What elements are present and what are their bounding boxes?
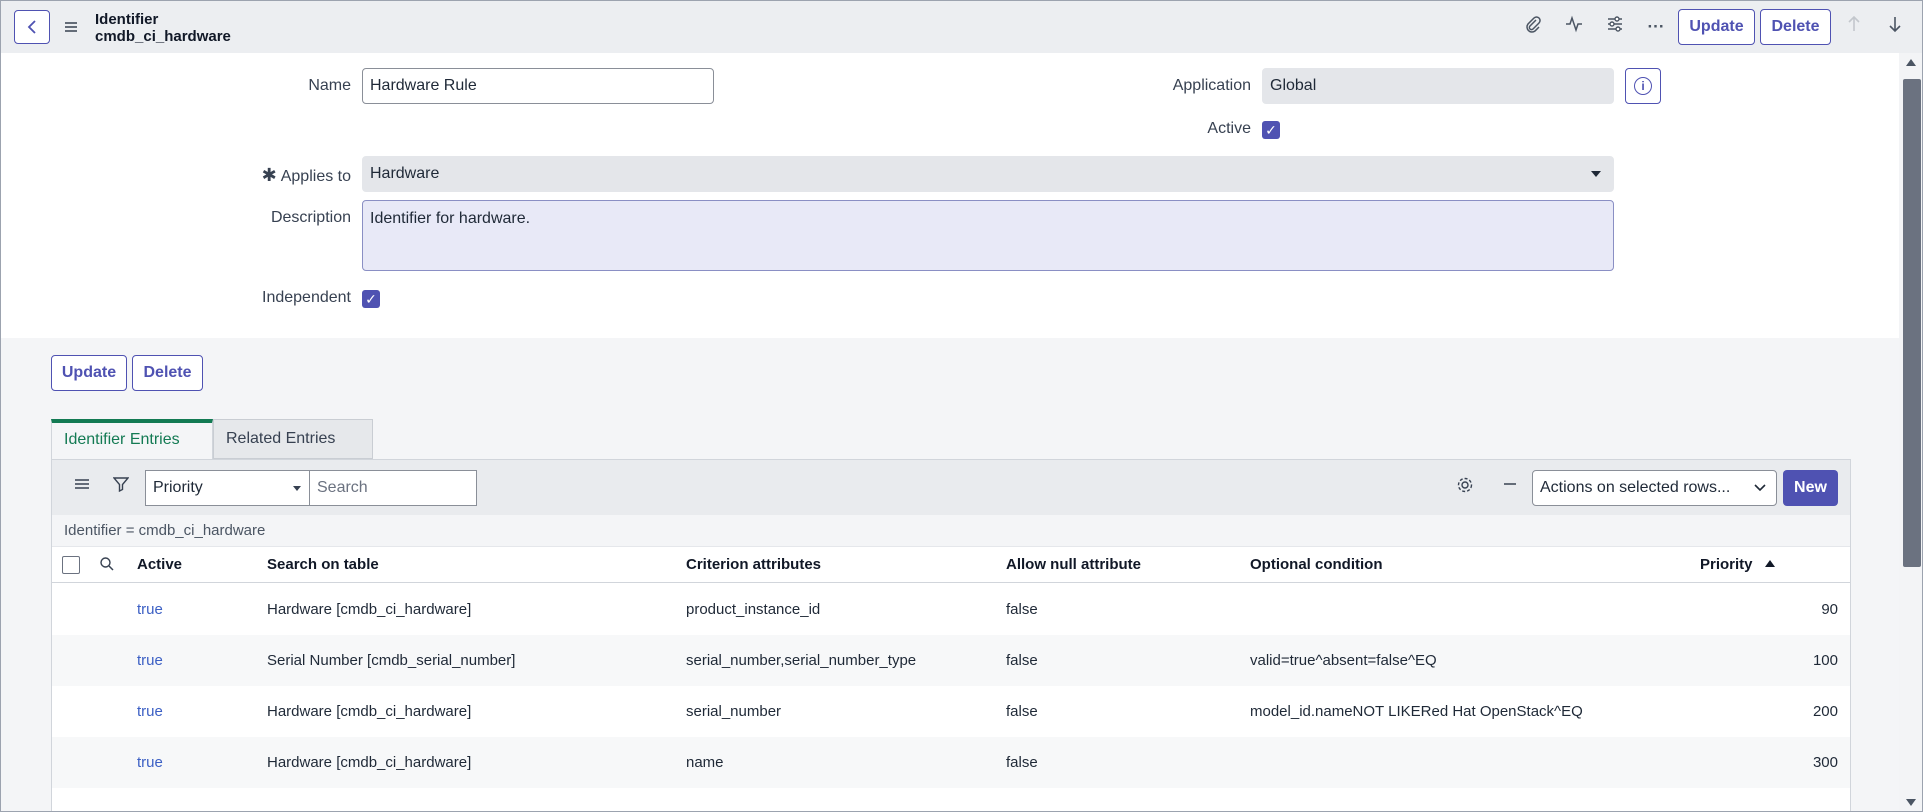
update-button[interactable]: Update xyxy=(51,355,127,391)
record-form: Name Hardware Rule Application Global i … xyxy=(1,53,1899,338)
application-info-button[interactable]: i xyxy=(1625,68,1661,104)
application-field: Global xyxy=(1262,68,1614,104)
collapse-icon[interactable] xyxy=(1499,476,1521,498)
table-row: true Hardware [cmdb_ci_hardware] product… xyxy=(52,584,1850,635)
identifier-entries-list: Priority Search Actions on selected rows… xyxy=(51,459,1851,811)
header-update-button[interactable]: Update xyxy=(1678,9,1755,45)
description-textarea[interactable]: Identifier for hardware. xyxy=(362,200,1614,271)
activity-icon[interactable] xyxy=(1562,15,1586,39)
dropdown-caret-icon xyxy=(1591,171,1601,177)
search-on-table-cell: Hardware [cmdb_ci_hardware] xyxy=(267,601,472,618)
active-cell[interactable]: true xyxy=(137,584,163,635)
scroll-up-icon[interactable] xyxy=(1906,59,1916,66)
allow-null-cell: false xyxy=(1006,601,1038,618)
search-on-table-cell: Hardware [cmdb_ci_hardware] xyxy=(267,754,472,771)
delete-button[interactable]: Delete xyxy=(132,355,203,391)
search-icon[interactable] xyxy=(99,556,115,576)
independent-label: Independent xyxy=(262,289,351,306)
column-header-search-on-table[interactable]: Search on table xyxy=(267,547,379,583)
table-header: Active Search on table Criterion attribu… xyxy=(52,547,1850,583)
search-on-table-cell: Serial Number [cmdb_serial_number] xyxy=(267,652,516,669)
scrollbar-thumb[interactable] xyxy=(1903,79,1921,567)
column-header-active[interactable]: Active xyxy=(137,547,182,583)
criterion-cell: serial_number xyxy=(686,703,782,720)
active-label: Active xyxy=(1207,120,1251,137)
table-row: true Serial Number [cmdb_serial_number] … xyxy=(52,635,1850,686)
select-all-checkbox[interactable] xyxy=(62,556,80,574)
previous-record-icon[interactable] xyxy=(1842,15,1866,39)
active-cell[interactable]: true xyxy=(137,635,163,686)
column-header-optional-condition[interactable]: Optional condition xyxy=(1250,547,1382,583)
column-header-allow-null[interactable]: Allow null attribute xyxy=(1006,547,1141,583)
tab-identifier-entries[interactable]: Identifier Entries (9) xyxy=(51,419,213,482)
condition-cell: valid=true^absent=false^EQ xyxy=(1250,652,1437,669)
new-button[interactable]: New xyxy=(1783,470,1838,506)
settings-sliders-icon[interactable] xyxy=(1603,15,1627,39)
scroll-down-icon[interactable] xyxy=(1906,799,1916,806)
active-cell[interactable]: true xyxy=(137,737,163,788)
list-toolbar: Priority Search Actions on selected rows… xyxy=(52,460,1850,515)
table-row: true Hardware [cmdb_ci_hardware] name fa… xyxy=(52,737,1850,788)
context-menu-icon[interactable] xyxy=(63,15,83,39)
gear-icon[interactable] xyxy=(1454,476,1476,498)
header-delete-button[interactable]: Delete xyxy=(1760,9,1831,45)
independent-checkbox[interactable]: ✓ xyxy=(362,290,380,308)
column-header-criterion-attributes[interactable]: Criterion attributes xyxy=(686,547,821,583)
attachment-icon[interactable] xyxy=(1521,15,1545,39)
criterion-cell: product_instance_id xyxy=(686,601,821,618)
record-type: Identifier xyxy=(95,11,159,28)
table-row: true Hardware [cmdb_ci_hardware] serial_… xyxy=(52,686,1850,737)
list-search-input[interactable]: Search xyxy=(309,470,477,506)
search-field-select[interactable]: Priority xyxy=(145,470,310,506)
page-title: Identifier cmdb_ci_hardware xyxy=(95,11,231,45)
form-header: Identifier cmdb_ci_hardware ··· Update D… xyxy=(1,1,1922,53)
criterion-cell: serial_number,serial_number_type xyxy=(686,652,917,669)
active-cell[interactable]: true xyxy=(137,686,163,737)
mandatory-icon: ✱ xyxy=(261,165,277,185)
next-record-icon[interactable] xyxy=(1883,15,1907,39)
condition-cell: model_id.nameNOT LIKERed Hat OpenStack^E… xyxy=(1250,703,1583,720)
allow-null-cell: false xyxy=(1006,703,1038,720)
allow-null-cell: false xyxy=(1006,652,1038,669)
dropdown-caret-icon xyxy=(293,486,301,491)
chevron-down-icon xyxy=(1754,484,1766,492)
record-name: cmdb_ci_hardware xyxy=(95,28,231,45)
description-label: Description xyxy=(270,209,351,226)
search-on-table-cell: Hardware [cmdb_ci_hardware] xyxy=(267,703,472,720)
priority-cell: 200 xyxy=(1812,703,1838,720)
info-icon: i xyxy=(1634,77,1652,95)
application-label: Application xyxy=(1172,77,1251,94)
priority-cell: 90 xyxy=(1821,601,1838,618)
breadcrumb[interactable]: Identifier = cmdb_ci_hardware xyxy=(52,515,1850,547)
applies-to-label: ✱ Applies to xyxy=(261,165,351,185)
column-header-priority[interactable]: Priority xyxy=(1700,547,1775,583)
name-label: Name xyxy=(308,77,351,94)
priority-cell: 300 xyxy=(1812,754,1838,771)
list-menu-icon[interactable] xyxy=(71,476,93,498)
actions-on-selected-rows-select[interactable]: Actions on selected rows... xyxy=(1532,470,1777,506)
allow-null-cell: false xyxy=(1006,754,1038,771)
chevron-left-icon xyxy=(27,20,36,34)
criterion-cell: name xyxy=(686,754,724,771)
app-window: Identifier cmdb_ci_hardware ··· Update D… xyxy=(0,0,1923,812)
applies-to-select[interactable]: Hardware xyxy=(362,156,1614,192)
priority-cell: 100 xyxy=(1812,652,1838,669)
filter-icon[interactable] xyxy=(110,476,132,498)
name-field[interactable]: Hardware Rule xyxy=(362,68,714,104)
sort-ascending-icon xyxy=(1764,559,1775,567)
more-options-icon[interactable]: ··· xyxy=(1644,15,1668,39)
active-checkbox[interactable]: ✓ xyxy=(1262,121,1280,139)
tab-related-entries[interactable]: Related Entries (34) xyxy=(213,419,373,485)
back-button[interactable] xyxy=(14,10,50,44)
